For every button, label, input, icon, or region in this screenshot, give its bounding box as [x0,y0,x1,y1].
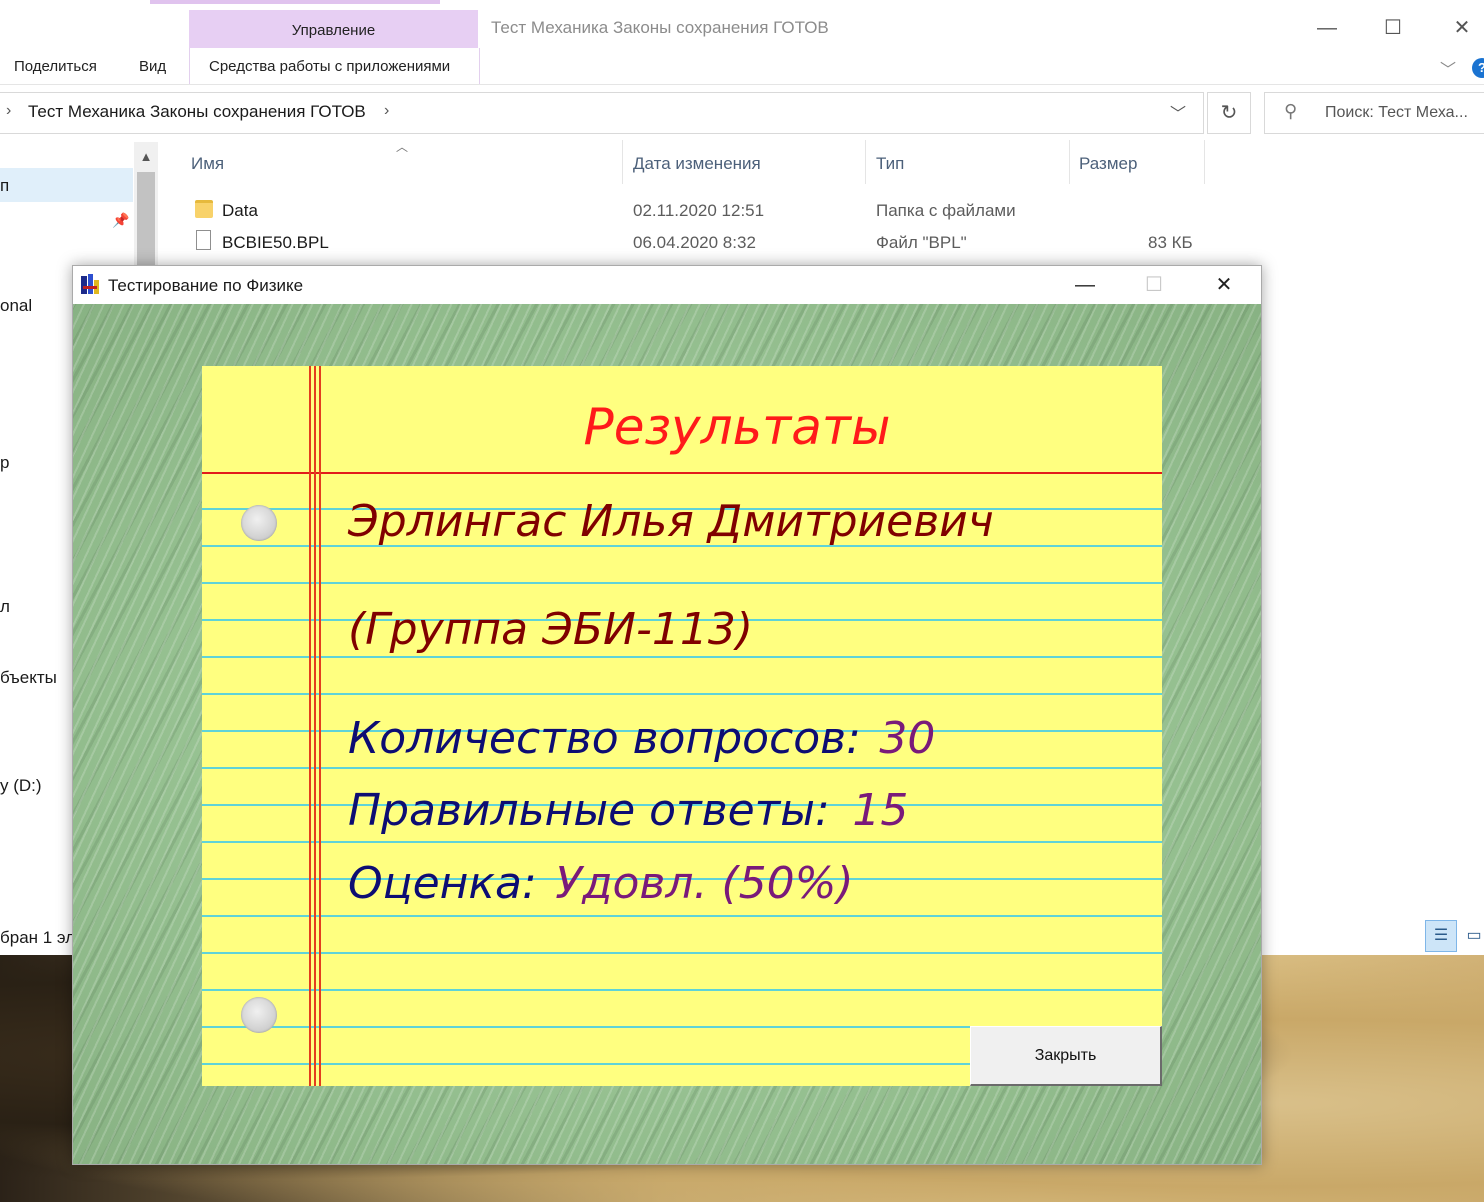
maximize-button[interactable]: ☐ [1373,14,1413,42]
file-modified: 02.11.2020 12:51 [633,201,765,220]
questions-row: Количество вопросов: 30 [348,713,935,764]
refresh-button[interactable]: ↻ [1207,92,1251,134]
nav-item[interactable]: бъекты [0,668,57,688]
chevron-right-icon[interactable]: › [384,102,389,120]
explorer-window-title: Тест Механика Законы сохранения ГОТОВ [491,18,829,37]
details-view-icon[interactable]: ☰ [1425,920,1457,952]
column-divider[interactable] [865,140,866,184]
close-window-button[interactable]: ✕ [1442,14,1482,42]
file-modified: 06.04.2020 8:32 [633,233,756,252]
sort-arrow-icon: ︿ [396,140,409,154]
correct-value: 15 [852,785,909,836]
nav-item[interactable]: л [0,597,10,617]
chevron-up-icon[interactable]: ▲ [134,144,158,170]
column-divider[interactable] [1069,140,1070,184]
folder-icon [195,200,213,218]
file-type: Папка с файлами [876,201,1016,220]
chevron-down-icon[interactable]: ﹀ [1440,56,1456,80]
binder-hole [241,505,277,541]
student-name: Эрлингас Илья Дмитриевич [348,496,994,547]
tab-view[interactable]: Вид [139,58,166,75]
column-header-name[interactable]: Имя [191,154,224,174]
breadcrumb[interactable]: Тест Механика Законы сохранения ГОТОВ [28,102,366,122]
chevron-right-icon[interactable]: › [6,102,11,120]
correct-label: Правильные ответы: [348,785,830,836]
search-icon: ⚲ [1284,101,1298,121]
file-name[interactable]: BCBIE50.BPL [222,233,329,253]
column-header-size[interactable]: Размер [1079,154,1137,174]
pin-icon[interactable]: 📌 [112,212,129,229]
dialog-minimize-button[interactable]: — [1062,270,1108,300]
search-placeholder: Поиск: Тест Меха... [1325,104,1468,121]
nav-item[interactable]: onal [0,296,32,316]
ribbon-divider [0,84,1484,85]
binder-hole [241,997,277,1033]
margin-line [309,366,311,1086]
questions-label: Количество вопросов: [348,713,861,764]
margin-line [314,366,316,1086]
tab-app-tools[interactable]: Средства работы с приложениями [209,58,450,75]
ribbon-context-group[interactable]: Управление [189,10,478,48]
ribbon-manage-label: Управление [291,22,376,39]
results-title: Результаты [583,398,891,456]
app-icon [81,274,99,294]
nav-item[interactable]: y (D:) [0,776,42,796]
nav-selected-highlight [0,168,133,202]
correct-row: Правильные ответы: 15 [348,785,908,836]
large-icons-view-icon[interactable]: ▭ [1462,920,1484,952]
nav-item[interactable]: п [0,176,9,196]
questions-value: 30 [879,713,936,764]
file-size: 83 КБ [1148,233,1193,252]
chevron-down-icon[interactable]: ﹀ [1170,100,1186,124]
nav-item[interactable]: р [0,453,9,473]
margin-line [319,366,321,1086]
status-bar-text: бран 1 эл [0,928,76,947]
column-divider[interactable] [1204,140,1205,184]
file-name[interactable]: Data [222,201,258,221]
ribbon-accent [150,0,440,4]
dialog-close-icon[interactable]: ✕ [1201,270,1247,300]
column-header-date[interactable]: Дата изменения [633,154,761,174]
close-button[interactable]: Закрыть [970,1026,1162,1086]
dialog-title: Тестирование по Физике [108,276,304,295]
minimize-button[interactable]: — [1307,14,1347,42]
student-group: (Группа ЭБИ-113) [348,604,753,655]
column-header-type[interactable]: Тип [876,154,904,174]
column-divider[interactable] [622,140,623,184]
paper-header-line [202,472,1162,474]
grade-row: Оценка: Удовл. (50%) [348,858,854,909]
file-icon [196,230,211,250]
dialog-maximize-button: ☐ [1145,274,1163,296]
grade-label: Оценка: [348,858,537,909]
tab-share[interactable]: Поделиться [14,58,97,75]
grade-value: Удовл. (50%) [555,858,854,909]
file-type: Файл "BPL" [876,233,967,252]
